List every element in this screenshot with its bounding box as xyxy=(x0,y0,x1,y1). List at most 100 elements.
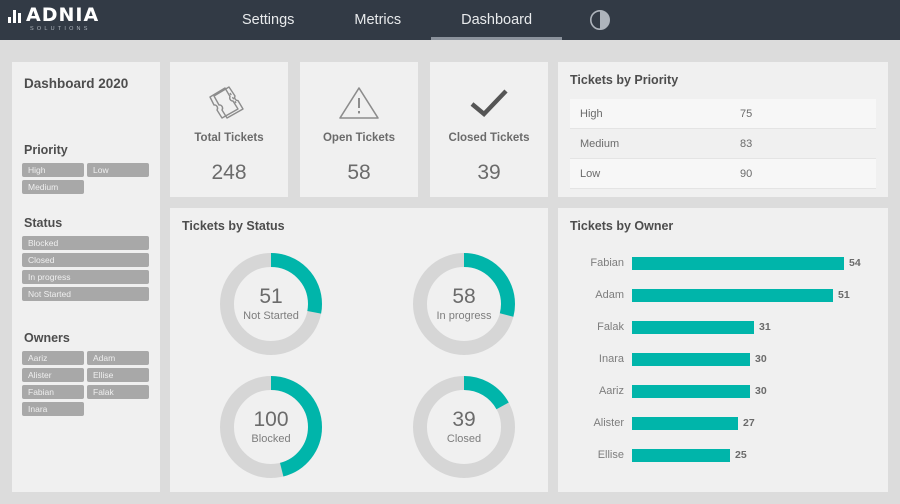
tickets-by-status-title: Tickets by Status xyxy=(182,219,536,233)
donut-not-started-value: 51 xyxy=(259,286,282,308)
tickets-icon xyxy=(202,82,256,124)
priority-name-high: High xyxy=(570,108,740,120)
priority-value-high: 75 xyxy=(740,108,752,120)
filter-chip-blocked[interactable]: Blocked xyxy=(22,236,149,250)
priority-value-medium: 83 xyxy=(740,138,752,150)
checkmark-icon xyxy=(466,82,512,124)
kpi-card-open-tickets[interactable]: Open Tickets 58 xyxy=(300,62,418,197)
owner-bar-track-falak: 31 xyxy=(632,321,876,334)
priority-name-low: Low xyxy=(570,168,740,180)
kpi-value-open-tickets: 58 xyxy=(347,161,370,185)
owner-name-aariz: Aariz xyxy=(570,385,632,397)
table-row[interactable]: Aariz 30 xyxy=(570,375,876,407)
filter-group-priority-heading: Priority xyxy=(24,143,150,157)
filter-chip-adam[interactable]: Adam xyxy=(87,351,149,365)
owner-name-inara: Inara xyxy=(570,353,632,365)
brand-logo[interactable]: ADNIA SOLUTIONS xyxy=(0,0,170,40)
owner-bar-track-inara: 30 xyxy=(632,353,876,366)
kpi-label-total-tickets: Total Tickets xyxy=(194,132,263,144)
owner-bar-aariz xyxy=(632,385,750,398)
filter-chip-not-started[interactable]: Not Started xyxy=(22,287,149,301)
nav-items: Settings Metrics Dashboard xyxy=(212,0,562,40)
kpi-card-total-tickets[interactable]: Total Tickets 248 xyxy=(170,62,288,197)
owner-bar-chart: Fabian 54 Adam 51 Falak xyxy=(570,247,876,471)
donut-blocked[interactable]: 100 Blocked xyxy=(216,372,326,482)
filter-chips-priority: High Low Medium xyxy=(22,163,150,194)
kpi-label-open-tickets: Open Tickets xyxy=(323,132,395,144)
donut-in-progress-center: 58 In progress xyxy=(409,249,519,359)
owner-bar-track-ellise: 25 xyxy=(632,449,876,462)
kpi-card-closed-tickets[interactable]: Closed Tickets 39 xyxy=(430,62,548,197)
filter-group-owners-heading: Owners xyxy=(24,331,150,345)
owner-name-adam: Adam xyxy=(570,289,632,301)
owner-value-ellise: 25 xyxy=(735,449,747,461)
filter-chip-medium[interactable]: Medium xyxy=(22,180,84,194)
donut-in-progress[interactable]: 58 In progress xyxy=(409,249,519,359)
table-row[interactable]: High 75 xyxy=(570,99,876,129)
owner-bar-track-alister: 27 xyxy=(632,417,876,430)
nav-item-settings-label: Settings xyxy=(242,12,294,28)
priority-name-medium: Medium xyxy=(570,138,740,150)
donut-blocked-center: 100 Blocked xyxy=(216,372,326,482)
donut-blocked-label: Blocked xyxy=(251,433,290,445)
table-row[interactable]: Inara 30 xyxy=(570,343,876,375)
brand-name: ADNIA xyxy=(26,8,99,23)
owner-value-aariz: 30 xyxy=(755,385,767,397)
filter-chips-owners: Aariz Adam Alister Ellise Fabian Falak I… xyxy=(22,351,150,416)
filter-chip-inara[interactable]: Inara xyxy=(22,402,84,416)
owner-value-fabian: 54 xyxy=(849,257,861,269)
table-row[interactable]: Falak 31 xyxy=(570,311,876,343)
filter-sidebar: Dashboard 2020 Priority High Low Medium … xyxy=(12,62,160,492)
contrast-icon[interactable] xyxy=(588,8,612,32)
filter-chip-high[interactable]: High xyxy=(22,163,84,177)
donut-not-started[interactable]: 51 Not Started xyxy=(216,249,326,359)
table-row[interactable]: Fabian 54 xyxy=(570,247,876,279)
filter-chips-status: Blocked Closed In progress Not Started xyxy=(22,236,150,301)
kpi-value-total-tickets: 248 xyxy=(211,161,246,185)
filter-chip-ellise[interactable]: Ellise xyxy=(87,368,149,382)
warning-triangle-icon xyxy=(337,82,381,124)
tickets-by-priority-title: Tickets by Priority xyxy=(570,73,876,87)
table-row[interactable]: Low 90 xyxy=(570,159,876,189)
owner-bar-ellise xyxy=(632,449,730,462)
donut-closed-center: 39 Closed xyxy=(409,372,519,482)
filter-group-status-heading: Status xyxy=(24,216,150,230)
filter-chip-alister[interactable]: Alister xyxy=(22,368,84,382)
filter-chip-falak[interactable]: Falak xyxy=(87,385,149,399)
logo-bars-icon xyxy=(8,8,21,23)
owner-bar-fabian xyxy=(632,257,844,270)
nav-item-metrics[interactable]: Metrics xyxy=(324,0,431,40)
table-row[interactable]: Medium 83 xyxy=(570,129,876,159)
tickets-by-status-panel: Tickets by Status 51 Not Started xyxy=(170,208,548,492)
filter-chip-low[interactable]: Low xyxy=(87,163,149,177)
filter-chip-aariz[interactable]: Aariz xyxy=(22,351,84,365)
nav-item-settings[interactable]: Settings xyxy=(212,0,324,40)
nav-item-dashboard[interactable]: Dashboard xyxy=(431,0,562,40)
filter-chip-closed[interactable]: Closed xyxy=(22,253,149,267)
priority-value-low: 90 xyxy=(740,168,752,180)
table-row[interactable]: Ellise 25 xyxy=(570,439,876,471)
owner-value-falak: 31 xyxy=(759,321,771,333)
donut-not-started-center: 51 Not Started xyxy=(216,249,326,359)
donut-closed[interactable]: 39 Closed xyxy=(409,372,519,482)
status-donut-group: 51 Not Started 58 In progress xyxy=(182,241,536,486)
kpi-value-closed-tickets: 39 xyxy=(477,161,500,185)
owner-bar-adam xyxy=(632,289,833,302)
tickets-by-priority-panel: Tickets by Priority High 75 Medium 83 Lo… xyxy=(558,62,888,197)
dashboard-canvas: Dashboard 2020 Priority High Low Medium … xyxy=(0,40,900,504)
filter-chip-in-progress[interactable]: In progress xyxy=(22,270,149,284)
owner-value-adam: 51 xyxy=(838,289,850,301)
table-row[interactable]: Alister 27 xyxy=(570,407,876,439)
owner-name-falak: Falak xyxy=(570,321,632,333)
filter-chip-fabian[interactable]: Fabian xyxy=(22,385,84,399)
owner-bar-track-adam: 51 xyxy=(632,289,876,302)
donut-not-started-label: Not Started xyxy=(243,310,299,322)
filter-group-owners: Owners Aariz Adam Alister Ellise Fabian … xyxy=(22,331,150,416)
owner-name-ellise: Ellise xyxy=(570,449,632,461)
table-row[interactable]: Adam 51 xyxy=(570,279,876,311)
owner-bar-falak xyxy=(632,321,754,334)
filter-group-priority: Priority High Low Medium xyxy=(22,143,150,194)
filter-group-status: Status Blocked Closed In progress Not St… xyxy=(22,216,150,301)
owner-bar-inara xyxy=(632,353,750,366)
dashboard-app: ADNIA SOLUTIONS Settings Metrics Dashboa… xyxy=(0,0,900,504)
